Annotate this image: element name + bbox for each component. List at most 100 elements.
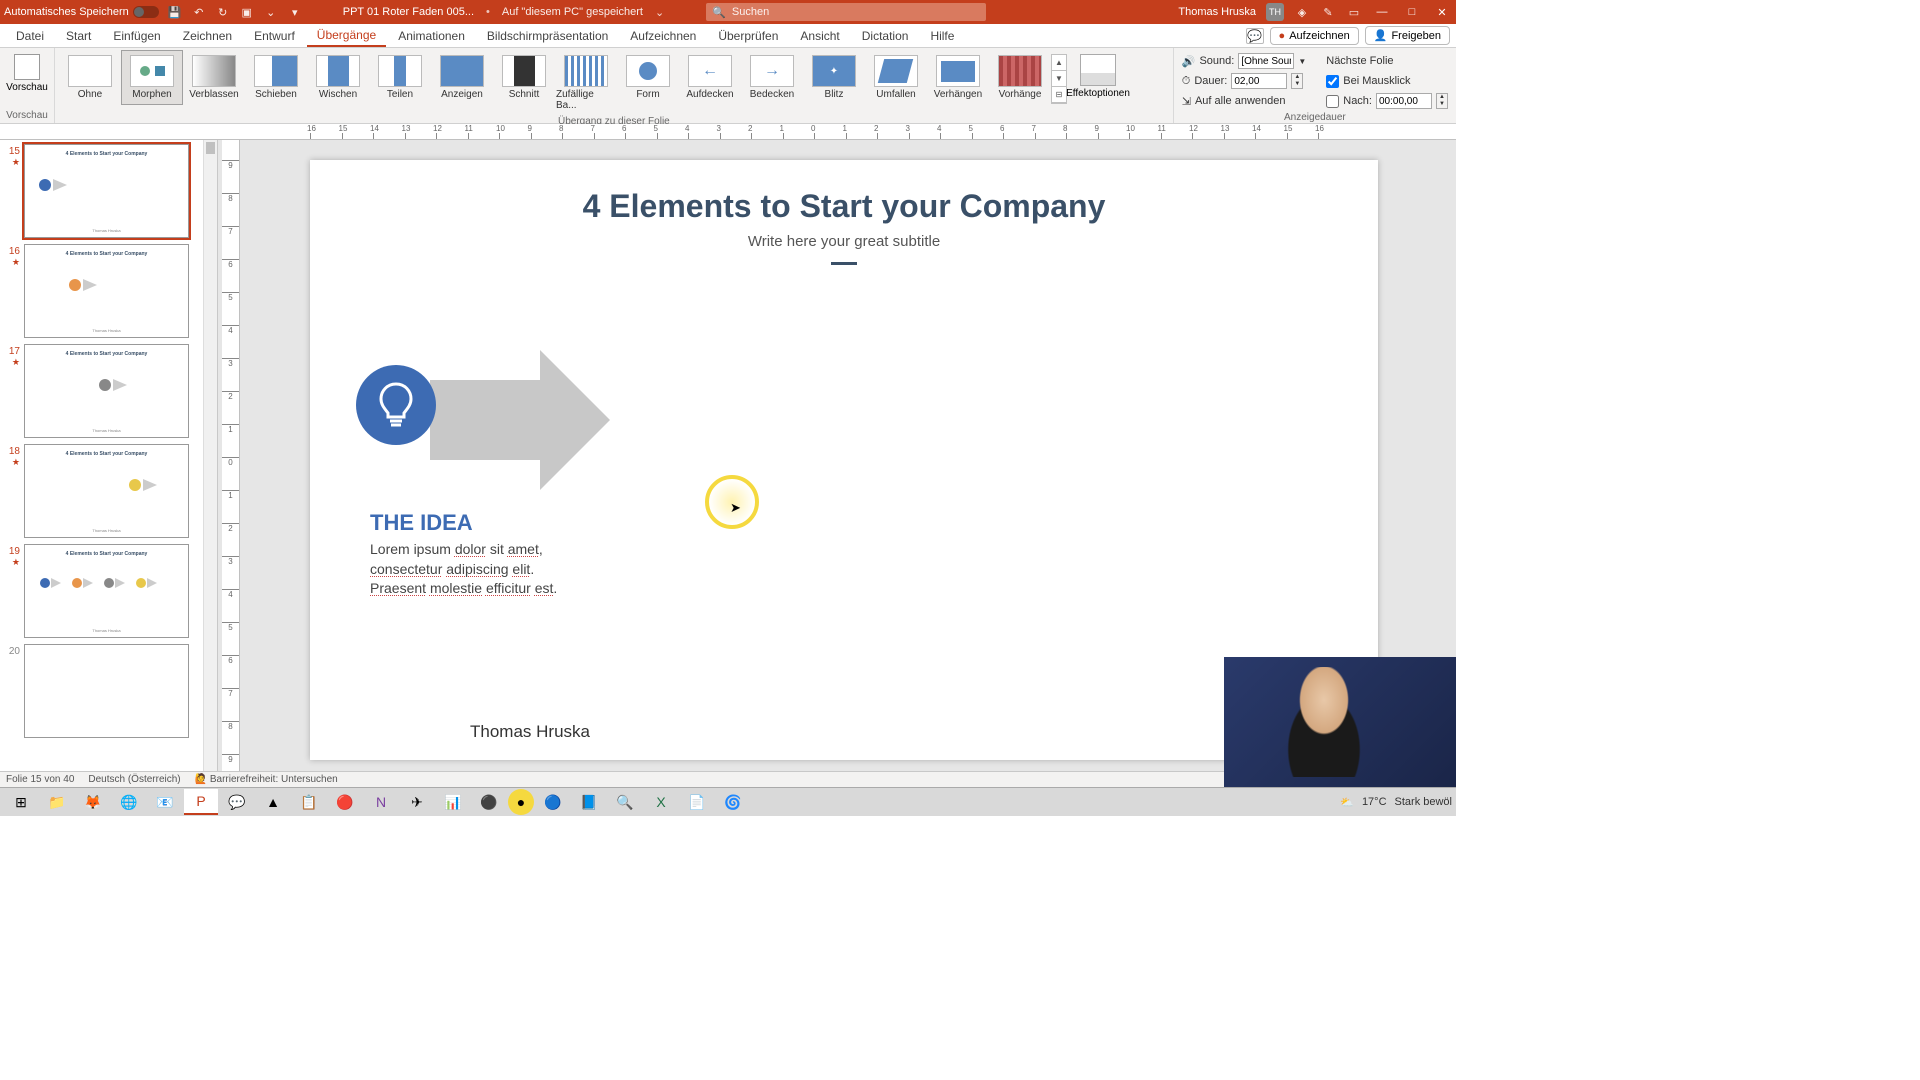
tab-datei[interactable]: Datei	[6, 26, 54, 46]
app-icon-2[interactable]: 📋	[292, 789, 326, 815]
weather-text[interactable]: Stark bewöl	[1395, 796, 1452, 808]
app-icon-1[interactable]: 💬	[220, 789, 254, 815]
weather-icon[interactable]: ⛅	[1340, 796, 1354, 809]
app-icon-9[interactable]: 📄	[680, 789, 714, 815]
tab-ueberpruefen[interactable]: Überprüfen	[708, 26, 788, 46]
transition-verhaengen[interactable]: Verhängen	[927, 50, 989, 105]
transition-umfallen[interactable]: Umfallen	[865, 50, 927, 105]
transition-teilen[interactable]: Teilen	[369, 50, 431, 105]
idea-circle[interactable]	[356, 365, 436, 445]
mausklick-checkbox[interactable]	[1326, 75, 1339, 88]
draw-icon[interactable]: ✎	[1320, 4, 1336, 20]
app-icon-5[interactable]: ●	[508, 789, 534, 815]
save-icon[interactable]: 💾	[167, 4, 183, 20]
firefox-icon[interactable]: 🦊	[76, 789, 110, 815]
onenote-icon[interactable]: N	[364, 789, 398, 815]
autosave-toggle[interactable]: Automatisches Speichern	[4, 6, 159, 18]
transition-gallery-more[interactable]: ▲▼⊟	[1051, 54, 1067, 104]
telegram-icon[interactable]: ✈	[400, 789, 434, 815]
thumbnail-scrollbar[interactable]: ▲ ▼	[203, 140, 217, 800]
tab-bildschirm[interactable]: Bildschirmpräsentation	[477, 26, 618, 46]
slide-count[interactable]: Folie 15 von 40	[6, 774, 74, 785]
dauer-input[interactable]	[1231, 73, 1287, 89]
app-icon-4[interactable]: 📊	[436, 789, 470, 815]
tab-uebergaenge[interactable]: Übergänge	[307, 25, 386, 47]
vorschau-button[interactable]: Vorschau	[4, 50, 50, 93]
minimize-icon[interactable]: —	[1372, 6, 1392, 18]
apply-all-button[interactable]: ⇲Auf alle anwenden	[1182, 92, 1307, 110]
temperature[interactable]: 17°C	[1362, 796, 1387, 808]
accessibility[interactable]: 🙋 Barrierefreiheit: Untersuchen	[195, 774, 338, 785]
tab-start[interactable]: Start	[56, 26, 101, 46]
chrome-icon[interactable]: 🌐	[112, 789, 146, 815]
edge-icon[interactable]: 🌀	[716, 789, 750, 815]
explorer-icon[interactable]: 📁	[40, 789, 74, 815]
transition-aufdecken[interactable]: ←Aufdecken	[679, 50, 741, 105]
thumbnail-15[interactable]: 15★ 4 Elements to Start your CompanyThom…	[4, 144, 209, 238]
app-icon-8[interactable]: 🔍	[608, 789, 642, 815]
app-icon-6[interactable]: 🔵	[536, 789, 570, 815]
thumbnail-20[interactable]: 20	[4, 644, 209, 738]
transition-schnitt[interactable]: Schnitt	[493, 50, 555, 105]
transition-schieben[interactable]: Schieben	[245, 50, 307, 105]
sync-icon[interactable]: ◈	[1294, 4, 1310, 20]
transition-anzeigen[interactable]: Anzeigen	[431, 50, 493, 105]
thumbnail-17[interactable]: 17★ 4 Elements to Start your CompanyThom…	[4, 344, 209, 438]
search-box[interactable]: 🔍	[706, 3, 986, 21]
tab-dictation[interactable]: Dictation	[852, 26, 919, 46]
aufzeichnen-button[interactable]: ●Aufzeichnen	[1270, 27, 1359, 45]
close-icon[interactable]: ✕	[1432, 6, 1452, 19]
nach-spinner[interactable]: ▲▼	[1436, 93, 1448, 109]
freigeben-button[interactable]: 👤Freigeben	[1365, 26, 1450, 45]
content-title[interactable]: THE IDEA	[370, 510, 473, 536]
search-input[interactable]	[732, 6, 980, 18]
app-icon-3[interactable]: 🔴	[328, 789, 362, 815]
content-body[interactable]: Lorem ipsum dolor sit amet, consectetur …	[370, 540, 570, 599]
transition-bedecken[interactable]: →Bedecken	[741, 50, 803, 105]
slide-title[interactable]: 4 Elements to Start your Company	[310, 188, 1378, 225]
user-name[interactable]: Thomas Hruska	[1178, 6, 1256, 18]
tab-ansicht[interactable]: Ansicht	[790, 26, 849, 46]
tab-entwurf[interactable]: Entwurf	[244, 26, 305, 46]
obs-icon[interactable]: ⚫	[472, 789, 506, 815]
tab-zeichnen[interactable]: Zeichnen	[173, 26, 242, 46]
qat-more-icon[interactable]: ▾	[287, 4, 303, 20]
dauer-spinner[interactable]: ▲▼	[1291, 73, 1303, 89]
transition-blitz[interactable]: ✦Blitz	[803, 50, 865, 105]
transition-morphen[interactable]: Morphen	[121, 50, 183, 105]
saved-location[interactable]: Auf "diesem PC" gespeichert	[502, 6, 643, 18]
app-icon-7[interactable]: 📘	[572, 789, 606, 815]
more-icon[interactable]: ⌄	[263, 4, 279, 20]
tab-einfuegen[interactable]: Einfügen	[103, 26, 170, 46]
user-avatar[interactable]: TH	[1266, 3, 1284, 21]
transition-ohne[interactable]: Ohne	[59, 50, 121, 105]
excel-icon[interactable]: X	[644, 789, 678, 815]
window-icon[interactable]: ▭	[1346, 4, 1362, 20]
redo-icon[interactable]: ↻	[215, 4, 231, 20]
tab-aufzeichnen[interactable]: Aufzeichnen	[620, 26, 706, 46]
transition-wischen[interactable]: Wischen	[307, 50, 369, 105]
transition-form[interactable]: Form	[617, 50, 679, 105]
tab-animationen[interactable]: Animationen	[388, 26, 475, 46]
powerpoint-icon[interactable]: P	[184, 789, 218, 815]
transition-verblassen[interactable]: Verblassen	[183, 50, 245, 105]
slide[interactable]: 4 Elements to Start your Company Write h…	[310, 160, 1378, 760]
undo-icon[interactable]: ↶	[191, 4, 207, 20]
transition-zufaellige[interactable]: Zufällige Ba...	[555, 50, 617, 116]
nach-input[interactable]	[1376, 93, 1432, 109]
thumbnail-18[interactable]: 18★ 4 Elements to Start your CompanyThom…	[4, 444, 209, 538]
language[interactable]: Deutsch (Österreich)	[88, 774, 180, 785]
start-button[interactable]: ⊞	[4, 789, 38, 815]
present-icon[interactable]: ▣	[239, 4, 255, 20]
slide-footer[interactable]: Thomas Hruska	[470, 722, 590, 742]
thumbnail-19[interactable]: 19★ 4 Elements to Start your Company Tho…	[4, 544, 209, 638]
thumbnail-16[interactable]: 16★ 4 Elements to Start your CompanyThom…	[4, 244, 209, 338]
effektoptionen-button[interactable]: Effektoptionen	[1067, 50, 1129, 103]
tab-hilfe[interactable]: Hilfe	[920, 26, 964, 46]
transition-vorhaenge[interactable]: Vorhänge	[989, 50, 1051, 105]
arrow-shape[interactable]	[430, 350, 610, 490]
slide-subtitle[interactable]: Write here your great subtitle	[310, 233, 1378, 250]
vlc-icon[interactable]: ▲	[256, 789, 290, 815]
comments-icon[interactable]: 💬	[1246, 28, 1264, 44]
nach-checkbox[interactable]	[1326, 95, 1339, 108]
